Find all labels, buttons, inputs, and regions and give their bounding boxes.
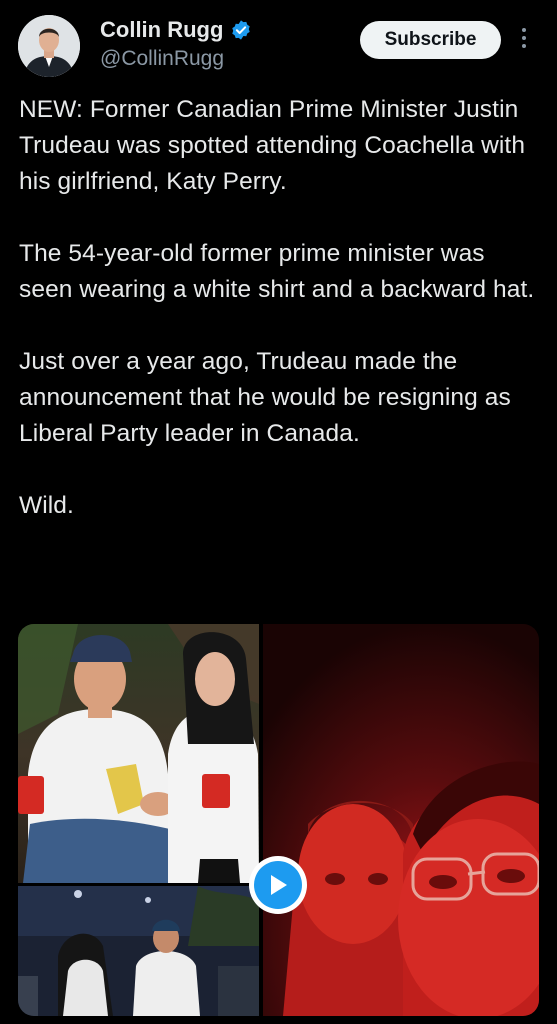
tweet-paragraph: The 54-year-old former prime minister wa… bbox=[19, 240, 535, 303]
tweet-detail: Collin Rugg @CollinRugg Subscribe NEW: F… bbox=[0, 0, 557, 1024]
tweet-paragraph: NEW: Former Canadian Prime Minister Just… bbox=[19, 96, 526, 195]
more-vertical-icon[interactable] bbox=[517, 28, 531, 52]
subscribe-button[interactable]: Subscribe bbox=[360, 21, 501, 59]
author-display-name[interactable]: Collin Rugg bbox=[100, 17, 223, 43]
tweet-header: Collin Rugg @CollinRugg Subscribe bbox=[0, 0, 557, 90]
play-button-inner bbox=[254, 861, 302, 909]
avatar[interactable] bbox=[18, 15, 80, 77]
play-triangle-icon bbox=[271, 875, 287, 895]
media-video[interactable] bbox=[263, 624, 539, 1016]
tweet-paragraph: Wild. bbox=[19, 492, 74, 519]
verified-badge-icon bbox=[232, 20, 251, 40]
tweet-paragraph: Just over a year ago, Trudeau made the a… bbox=[19, 348, 511, 447]
author-name-row: Collin Rugg bbox=[100, 17, 252, 43]
tweet-text: NEW: Former Canadian Prime Minister Just… bbox=[19, 92, 539, 524]
author-handle[interactable]: @CollinRugg bbox=[100, 47, 224, 71]
media-grid bbox=[18, 624, 539, 1016]
media-photo-1[interactable] bbox=[18, 624, 259, 883]
avatar-photo bbox=[18, 15, 80, 77]
media-photo-2[interactable] bbox=[18, 886, 259, 1016]
play-icon[interactable] bbox=[249, 856, 307, 914]
